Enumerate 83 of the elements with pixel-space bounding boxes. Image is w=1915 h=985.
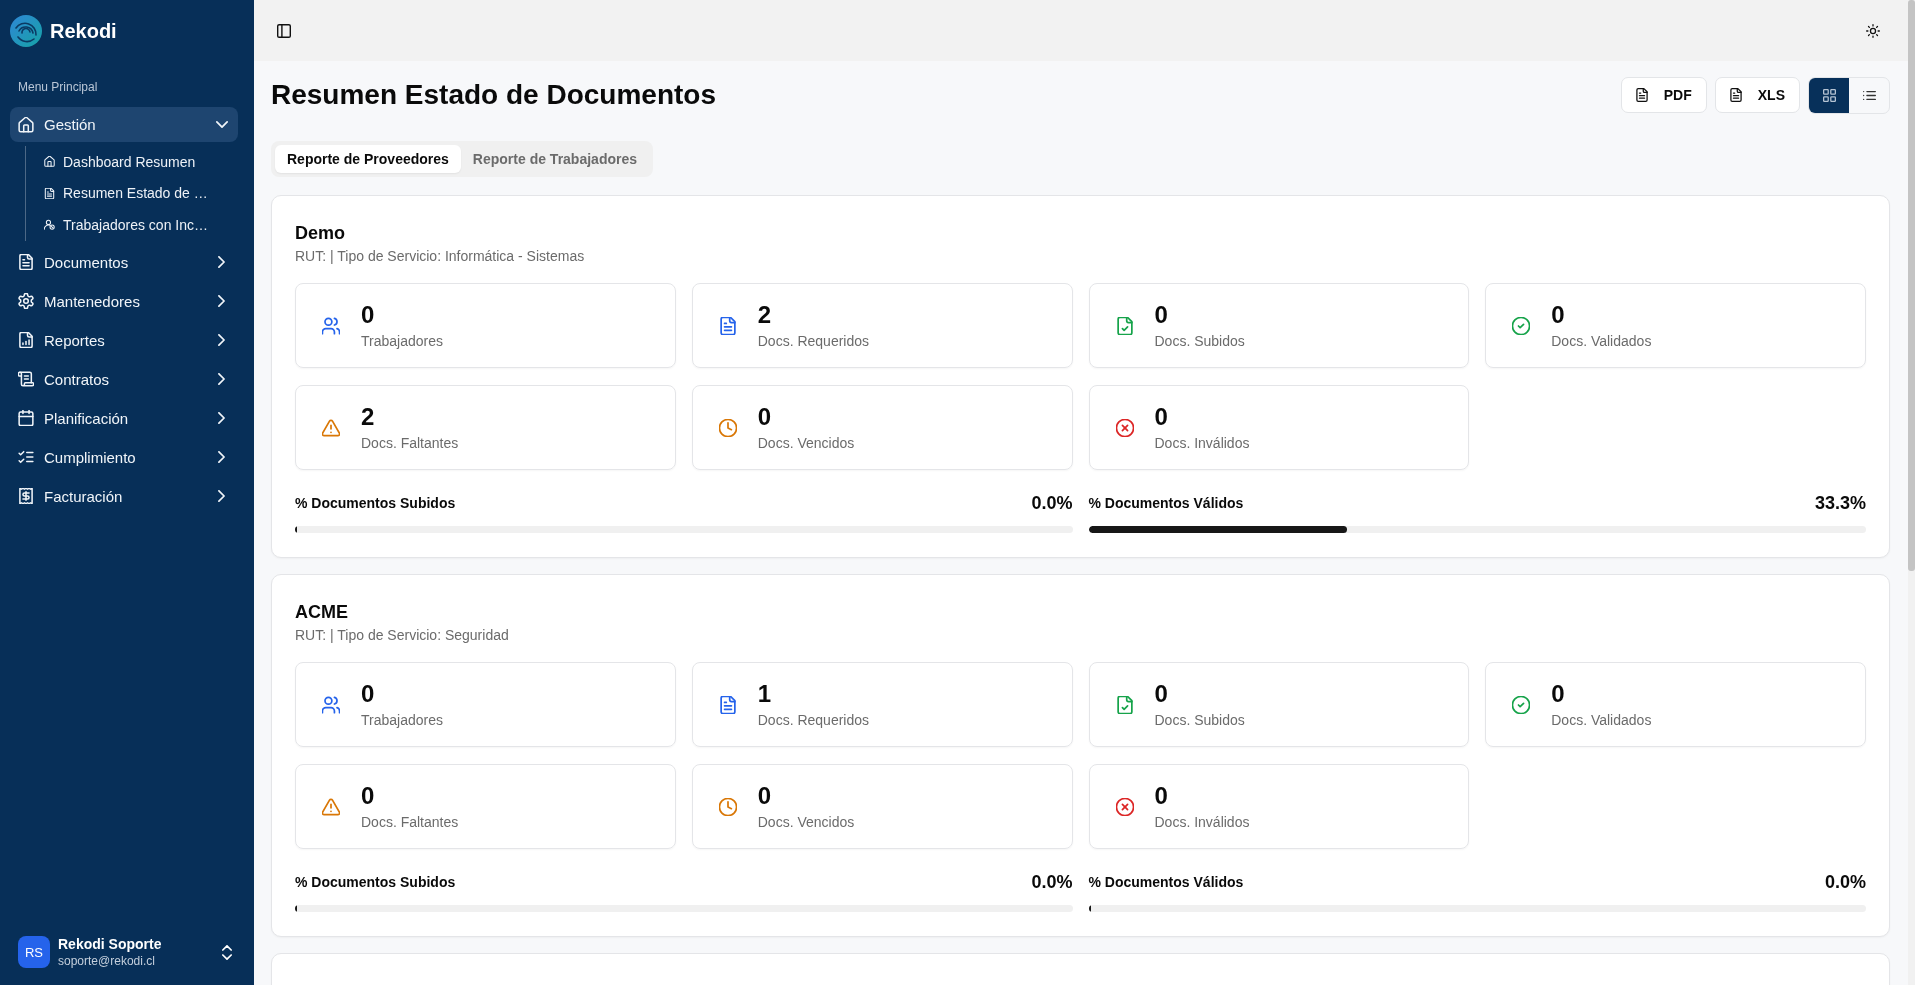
- document-icon: [44, 187, 55, 199]
- card-title: ACME: [295, 601, 349, 624]
- section-label: Menu Principal: [17, 79, 99, 95]
- stat-value: 0: [757, 402, 773, 431]
- document-icon: [18, 254, 34, 270]
- sidebar-item[interactable]: Gestión: [10, 107, 238, 142]
- logo-icon: [10, 15, 42, 47]
- stat-label: Docs. Validados: [1551, 331, 1652, 351]
- gear-icon: [18, 293, 34, 309]
- stat-label: Trabajadores: [361, 331, 443, 351]
- progress-label: % Documentos Válidos: [1088, 874, 1244, 890]
- page-title: Resumen Estado de Documentos: [271, 79, 716, 111]
- stat-value: 0: [361, 679, 376, 708]
- stat-value: 0: [757, 781, 773, 810]
- scrollbar-thumb[interactable]: [1908, 0, 1915, 572]
- tab[interactable]: Reporte de Trabajadores: [460, 145, 649, 173]
- stat-label: Docs. Faltantes: [361, 433, 459, 453]
- stat-label: Docs. Subidos: [1154, 710, 1245, 730]
- sidebar-item[interactable]: Reportes: [10, 322, 238, 358]
- stat-value: 0: [361, 300, 376, 329]
- user-email: soporte@rekodi.cl: [58, 954, 156, 968]
- stat-value: 2: [361, 402, 376, 431]
- sidebar-item[interactable]: Contratos: [10, 361, 238, 397]
- progress-reading: 0.0%: [1824, 871, 1866, 893]
- stat-label: Docs. Inválidos: [1154, 433, 1250, 453]
- document-icon: [1635, 88, 1648, 102]
- stat-value: 1: [757, 679, 773, 708]
- stat-value: 0: [1154, 300, 1169, 329]
- export-button[interactable]: XLS: [1714, 77, 1800, 113]
- scrollbar[interactable]: [1908, 0, 1915, 985]
- user-icon: [44, 219, 55, 231]
- progress-reading: 0.0%: [1031, 492, 1073, 514]
- checklist-icon: [18, 449, 34, 465]
- house-icon: [18, 116, 34, 133]
- stat-label: Docs. Faltantes: [361, 812, 459, 832]
- card-title: Demo: [295, 222, 346, 245]
- sidebar-item[interactable]: Mantenedores: [10, 283, 238, 319]
- user-name: Rekodi Soporte: [58, 936, 163, 952]
- stat-label: Docs. Requeridos: [757, 710, 870, 730]
- sidebar-item[interactable]: Documentos: [10, 244, 238, 280]
- stat-label: Docs. Inválidos: [1154, 812, 1250, 832]
- stat-label: Docs. Vencidos: [757, 812, 855, 832]
- document-icon: [1729, 88, 1742, 102]
- stat-label: Docs. Vencidos: [757, 433, 855, 453]
- stat-value: 0: [361, 781, 376, 810]
- stat-value: 0: [1551, 300, 1566, 329]
- chart-document-icon: [18, 332, 34, 348]
- sidebar-subitem[interactable]: Trabajadores con Inc…: [36, 209, 238, 241]
- list-icon: [1862, 88, 1876, 102]
- sidebar-subitem[interactable]: Resumen Estado de …: [36, 177, 238, 209]
- sidebar-subitem[interactable]: Dashboard Resumen: [36, 146, 238, 178]
- stat-value: 0: [1154, 679, 1169, 708]
- panel-icon: [277, 23, 291, 38]
- progress-label: % Documentos Válidos: [1088, 495, 1244, 511]
- stat-label: Docs. Subidos: [1154, 331, 1245, 351]
- house-icon: [44, 156, 55, 168]
- grid-view-button[interactable]: [1809, 77, 1849, 113]
- stat-value: 0: [1154, 402, 1169, 431]
- stat-label: Trabajadores: [361, 710, 443, 730]
- tab[interactable]: Reporte de Proveedores: [275, 145, 461, 173]
- sidebar-item[interactable]: Cumplimiento: [10, 439, 238, 475]
- grid-icon: [1822, 88, 1836, 102]
- stat-value: 0: [1551, 679, 1566, 708]
- scroll-icon: [18, 371, 34, 387]
- card-subtitle: RUT: | Tipo de Servicio: Informática - Sistemas: [295, 247, 586, 266]
- calendar-icon: [18, 410, 34, 426]
- progress-reading: 0.0%: [1031, 871, 1073, 893]
- brand-name: Rekodi: [50, 19, 117, 43]
- receipt-icon: [18, 488, 34, 504]
- avatar: RS: [18, 936, 50, 968]
- sidebar-item[interactable]: Facturación: [10, 478, 238, 514]
- chevrons-up-down-icon[interactable]: [222, 944, 232, 960]
- sidebar-item[interactable]: Planificación: [10, 400, 238, 436]
- stat-label: Docs. Validados: [1551, 710, 1652, 730]
- sun-icon: [1866, 23, 1880, 38]
- stat-value: 0: [1154, 781, 1169, 810]
- export-button[interactable]: PDF: [1620, 77, 1707, 113]
- progress-reading: 33.3%: [1814, 492, 1866, 514]
- stat-label: Docs. Requeridos: [757, 331, 870, 351]
- card-subtitle: RUT: | Tipo de Servicio: Seguridad: [295, 626, 510, 645]
- progress-label: % Documentos Subidos: [295, 874, 456, 890]
- stat-value: 2: [757, 300, 773, 329]
- progress-label: % Documentos Subidos: [295, 495, 456, 511]
